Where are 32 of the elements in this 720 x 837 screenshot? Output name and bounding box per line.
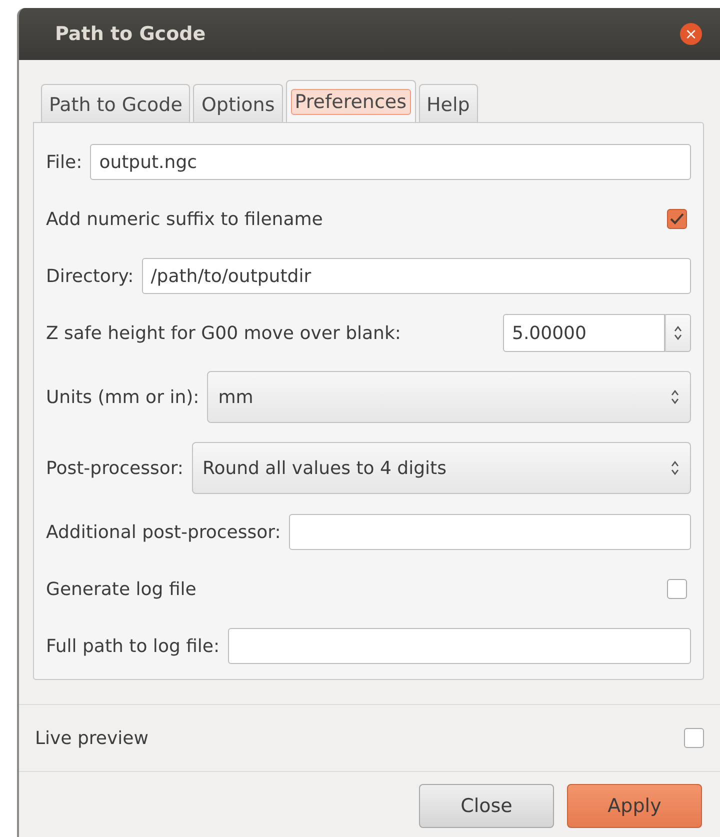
checkbox[interactable] xyxy=(667,579,687,599)
close-button[interactable]: Close xyxy=(419,784,554,828)
field-label: Post-processor: xyxy=(46,458,184,478)
field-label: Generate log file xyxy=(46,578,196,600)
field-label: Directory: xyxy=(46,266,134,286)
updown-arrows-icon xyxy=(670,389,680,405)
apply-button[interactable]: Apply xyxy=(567,784,702,828)
field-label: Units (mm or in): xyxy=(46,386,200,408)
dropdown[interactable]: mm xyxy=(207,371,691,423)
tab[interactable]: Preferences xyxy=(286,80,416,122)
spin-buttons[interactable] xyxy=(665,314,691,352)
updown-arrows-icon xyxy=(670,460,680,476)
checkbox[interactable] xyxy=(667,209,687,229)
tab[interactable]: Path to Gcode xyxy=(41,84,190,122)
window-title: Path to Gcode xyxy=(55,23,207,45)
text-field[interactable] xyxy=(288,514,691,550)
text-field[interactable]: output.ngc xyxy=(90,144,691,180)
checkbox-label: Live preview xyxy=(35,728,150,748)
tab[interactable]: Help xyxy=(418,84,478,122)
field-label: Add numeric suffix to filename xyxy=(46,208,323,230)
text-field[interactable] xyxy=(228,628,691,664)
close-button[interactable]: × xyxy=(680,23,702,45)
field-label: Full path to log file: xyxy=(46,636,220,656)
updown-arrows-icon xyxy=(673,325,683,341)
dropdown[interactable]: Round all values to 4 digits xyxy=(192,442,691,494)
tab[interactable]: Options xyxy=(193,84,283,122)
checkbox[interactable] xyxy=(684,728,704,748)
field-label: File: xyxy=(46,152,82,172)
number-field[interactable]: 5.00000 xyxy=(503,314,665,352)
text-field[interactable]: /path/to/outputdir xyxy=(142,258,691,294)
field-label: Additional post-processor: xyxy=(46,522,281,542)
field-label: Z safe height for G00 move over blank: xyxy=(46,322,401,344)
